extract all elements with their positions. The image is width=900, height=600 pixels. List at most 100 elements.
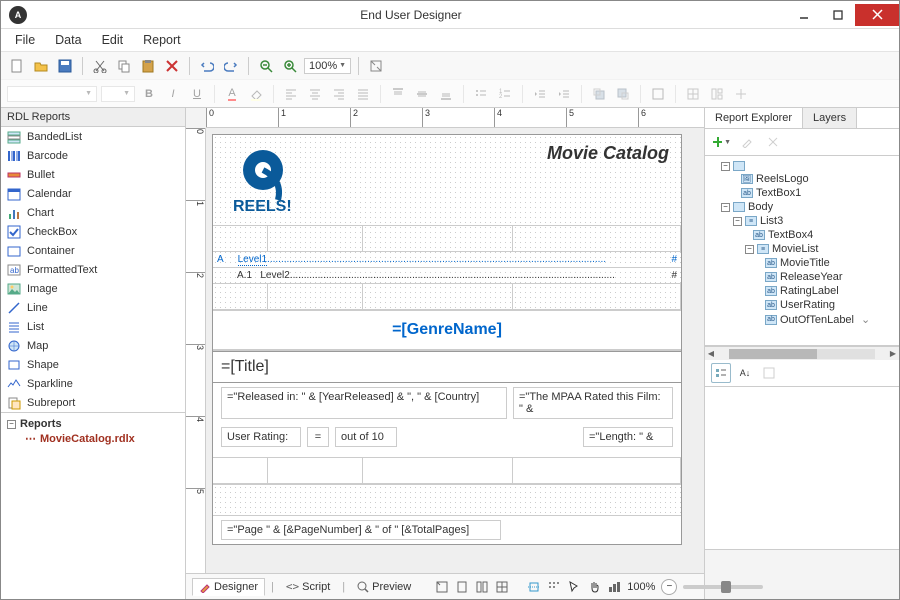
rdl-list[interactable]: List (1, 317, 185, 336)
rdl-formattedtext[interactable]: abFormattedText (1, 260, 185, 279)
properties-grid[interactable] (705, 387, 899, 549)
align-right-icon[interactable] (329, 84, 349, 104)
toc-level1[interactable]: A Level1................................… (213, 251, 681, 267)
tab-designer[interactable]: Designer (192, 578, 265, 596)
rdl-container[interactable]: Container (1, 241, 185, 260)
categorized-icon[interactable] (711, 363, 731, 383)
indent-dec-icon[interactable] (530, 84, 550, 104)
toc-level2[interactable]: A.1 Level2..............................… (213, 267, 681, 283)
delete-icon[interactable] (162, 56, 182, 76)
rdl-shape[interactable]: Shape (1, 355, 185, 374)
menu-report[interactable]: Report (135, 31, 189, 49)
delete-node-icon[interactable] (763, 132, 783, 152)
canvas[interactable]: REELS! Movie Catalog A Level1...........… (206, 128, 704, 573)
report-file-item[interactable]: ⋯MovieCatalog.rdlx (7, 431, 179, 446)
undo-icon[interactable] (197, 56, 217, 76)
add-node-icon[interactable]: ▼ (711, 132, 731, 152)
catalog-title[interactable]: Movie Catalog (373, 135, 681, 225)
send-back-icon[interactable] (613, 84, 633, 104)
rdl-bandedlist[interactable]: BandedList (1, 127, 185, 146)
align-left-icon[interactable] (281, 84, 301, 104)
tab-script[interactable]: <>Script (280, 578, 336, 595)
zoom-dropdown[interactable]: 100%▼ (304, 58, 351, 74)
indent-inc-icon[interactable] (554, 84, 574, 104)
cut-icon[interactable] (90, 56, 110, 76)
rdl-bullet[interactable]: Bullet (1, 165, 185, 184)
rdl-subreport[interactable]: Subreport (1, 393, 185, 412)
bring-front-icon[interactable] (589, 84, 609, 104)
rdl-map[interactable]: Map (1, 336, 185, 355)
rating-value-textbox[interactable]: = (307, 427, 329, 447)
underline-icon[interactable]: U (187, 84, 207, 104)
node-movielist[interactable]: −≡MovieList (709, 242, 895, 256)
fill-color-icon[interactable] (246, 84, 266, 104)
snap-lines-icon[interactable] (527, 577, 541, 597)
chevron-down-icon[interactable]: ⌄ (861, 313, 870, 326)
borders-icon[interactable] (648, 84, 668, 104)
select-mode-icon[interactable] (567, 577, 581, 597)
size-icon[interactable] (731, 84, 751, 104)
valign-bottom-icon[interactable] (436, 84, 456, 104)
property-pages-icon[interactable] (759, 363, 779, 383)
redo-icon[interactable] (221, 56, 241, 76)
node-textbox4[interactable]: abTextBox4 (709, 228, 895, 242)
zoom-slider[interactable] (683, 585, 763, 589)
rdl-image[interactable]: Image (1, 279, 185, 298)
node-outoftenlabel[interactable]: abOutOfTenLabel⌄ (709, 312, 895, 327)
valign-middle-icon[interactable] (412, 84, 432, 104)
minimize-button[interactable] (787, 4, 821, 26)
reports-root[interactable]: −Reports (7, 417, 179, 431)
save-icon[interactable] (55, 56, 75, 76)
snap-grid-toggle-icon[interactable] (547, 577, 561, 597)
rdl-chart[interactable]: Chart (1, 203, 185, 222)
node-reelslogo[interactable]: 🖼ReelsLogo (709, 172, 895, 186)
copy-icon[interactable] (114, 56, 134, 76)
out-of-ten-textbox[interactable]: out of 10 (335, 427, 397, 447)
node-textbox1[interactable]: abTextBox1 (709, 186, 895, 200)
report-page[interactable]: REELS! Movie Catalog A Level1...........… (212, 134, 682, 545)
released-textbox[interactable]: ="Released in: " & [YearReleased] & ", "… (221, 387, 507, 419)
reels-logo[interactable]: REELS! (213, 135, 373, 225)
menu-data[interactable]: Data (47, 31, 89, 49)
node-ratinglabel[interactable]: abRatingLabel (709, 284, 895, 298)
rdl-sparkline[interactable]: Sparkline (1, 374, 185, 393)
tab-report-explorer[interactable]: Report Explorer (705, 108, 803, 128)
font-family-dropdown[interactable]: ▼ (7, 86, 97, 102)
rating-label-textbox[interactable]: User Rating: (221, 427, 301, 447)
expand-icon[interactable] (366, 56, 386, 76)
page-footer-textbox[interactable]: ="Page " & [&PageNumber] & " of " [&Tota… (221, 520, 501, 540)
node-body[interactable]: −Body (709, 200, 895, 214)
menu-file[interactable]: File (7, 31, 43, 49)
paste-icon[interactable] (138, 56, 158, 76)
zoom-in-icon[interactable] (280, 56, 300, 76)
numbering-icon[interactable]: 12 (495, 84, 515, 104)
rdl-calendar[interactable]: Calendar (1, 184, 185, 203)
layout-icon[interactable] (707, 84, 727, 104)
collapse-icon[interactable]: − (7, 420, 16, 429)
close-button[interactable] (855, 4, 899, 26)
rdl-barcode[interactable]: Barcode (1, 146, 185, 165)
rdl-line[interactable]: Line (1, 298, 185, 317)
font-size-dropdown[interactable]: ▼ (101, 86, 135, 102)
pan-mode-icon[interactable] (587, 577, 601, 597)
genre-textbox[interactable]: =[GenreName] (213, 311, 681, 349)
bold-icon[interactable]: B (139, 84, 159, 104)
rdl-checkbox[interactable]: CheckBox (1, 222, 185, 241)
length-textbox[interactable]: ="Length: " & (583, 427, 673, 447)
view-grid-icon[interactable] (435, 577, 449, 597)
title-textbox[interactable]: =[Title] (213, 351, 681, 383)
zoom-minus-button[interactable]: − (661, 579, 677, 595)
align-center-icon[interactable] (305, 84, 325, 104)
align-justify-icon[interactable] (353, 84, 373, 104)
node-userrating[interactable]: abUserRating (709, 298, 895, 312)
tab-layers[interactable]: Layers (803, 108, 857, 128)
new-icon[interactable] (7, 56, 27, 76)
view-single-icon[interactable] (455, 577, 469, 597)
alphabetical-icon[interactable]: A↓ (735, 363, 755, 383)
valign-top-icon[interactable] (388, 84, 408, 104)
font-color-icon[interactable]: A (222, 84, 242, 104)
zoom-out-icon[interactable] (256, 56, 276, 76)
explorer-hscroll[interactable]: ◀▶ (705, 346, 899, 360)
maximize-button[interactable] (821, 4, 855, 26)
tab-preview[interactable]: Preview (351, 579, 417, 595)
